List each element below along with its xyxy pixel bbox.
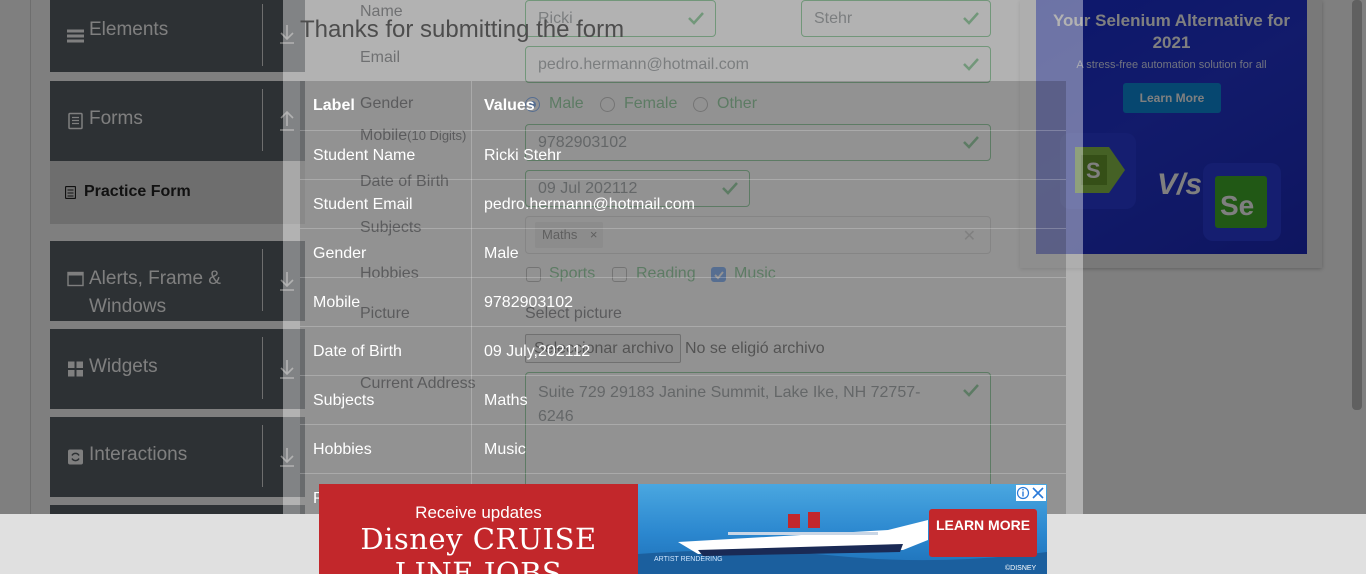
page: Elements Forms Practice Form Alerts, Fra…	[0, 0, 1366, 574]
table-cell-label: Mobile	[313, 294, 361, 311]
table-cell-value: Ricki Stehr	[484, 147, 562, 164]
table-row-divider	[300, 375, 1066, 376]
table-cell-value: Male	[484, 245, 519, 262]
table-cell-label: Gender	[313, 245, 367, 262]
table-cell-value: Music	[484, 441, 526, 458]
table-cell-value: pedro.hermann@hotmail.com	[484, 196, 696, 213]
table-header-label: Label	[313, 97, 355, 114]
disney-receive-text: Receive updates	[415, 503, 542, 522]
table-row-divider	[300, 424, 1066, 425]
ad-choices-icon[interactable]	[1016, 485, 1046, 501]
table-row-divider	[300, 179, 1066, 180]
table-cell-value: 9782903102	[484, 294, 573, 311]
modal-title: Thanks for submitting the form	[300, 16, 625, 43]
artist-rendering-note: ARTIST RENDERING	[654, 556, 723, 563]
table-cell-value: 09 July,202112	[484, 343, 591, 360]
table-header-values: Values	[484, 97, 535, 114]
close-icon[interactable]	[1016, 485, 1046, 501]
learn-more-cta[interactable]: LEARN MORE	[929, 509, 1037, 557]
table-cell-value: Maths	[484, 392, 528, 409]
disney-ad[interactable]: Receive updates Disney CRUISE LINE JOBS …	[319, 484, 1047, 574]
disney-copyright: ©DISNEY	[1005, 565, 1037, 572]
table-row-divider	[300, 473, 1066, 474]
table-row-divider	[300, 130, 1066, 131]
table-cell-label: Date of Birth	[313, 343, 402, 360]
table-cell-label: Student Email	[313, 196, 413, 213]
table-row-divider	[300, 326, 1066, 327]
table-cell-label: Student Name	[313, 147, 416, 164]
table-cell-label: Hobbies	[313, 441, 372, 458]
disney-brand-text: Disney CRUISE LINE JOBS	[360, 522, 597, 574]
table-cell-label: Subjects	[313, 392, 375, 409]
table-row-divider	[300, 228, 1066, 229]
table-row-divider	[300, 277, 1066, 278]
